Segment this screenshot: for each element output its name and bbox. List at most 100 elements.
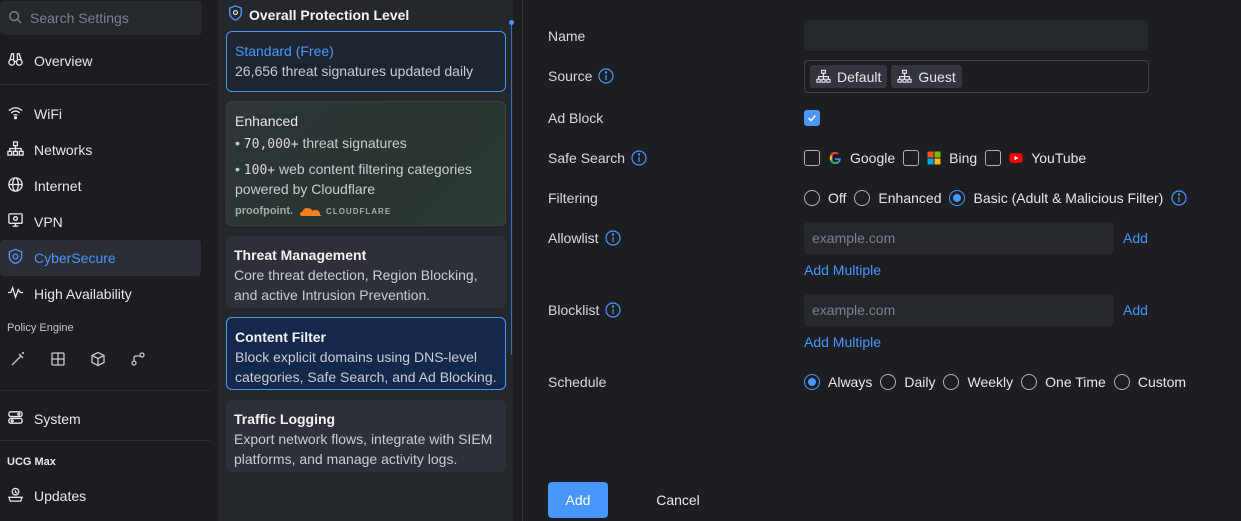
add-button[interactable]: Add <box>548 482 608 518</box>
info-icon[interactable] <box>605 302 621 318</box>
cancel-button[interactable]: Cancel <box>645 482 711 518</box>
blocklist-add-link[interactable]: Add <box>1123 302 1148 318</box>
adblock-checkbox[interactable] <box>804 110 820 126</box>
info-icon[interactable] <box>598 68 614 84</box>
sidebar-item-label: VPN <box>34 214 63 230</box>
adblock-label: Ad Block <box>548 110 603 126</box>
allowlist-add-link[interactable]: Add <box>1123 230 1148 246</box>
plan-card-enhanced[interactable]: Enhanced • 70,000+ threat signatures • 1… <box>226 101 506 226</box>
sidebar-item-wifi[interactable]: WiFi <box>0 96 201 132</box>
radio-button[interactable] <box>943 374 960 390</box>
binoculars-icon <box>7 51 24 71</box>
sidebar-item-label: System <box>34 411 81 427</box>
info-icon[interactable] <box>631 150 647 166</box>
filtering-basic[interactable]: Basic (Adult & Malicious Filter) <box>949 190 1187 206</box>
card-title: Threat Management <box>234 247 367 263</box>
source-chip-guest[interactable]: Guest <box>891 65 962 88</box>
source-label: Source <box>548 68 614 84</box>
blocklist-input[interactable] <box>804 294 1114 326</box>
sidebar-item-vpn[interactable]: VPN <box>0 204 201 240</box>
search-settings[interactable] <box>0 1 202 35</box>
info-icon[interactable] <box>604 230 621 246</box>
youtube-checkbox[interactable] <box>985 150 1002 166</box>
google-checkbox[interactable] <box>804 150 820 166</box>
allowlist-input[interactable] <box>804 222 1114 254</box>
protection-header: Overall Protection Level <box>228 5 409 24</box>
filtering-enhanced[interactable]: Enhanced <box>854 190 941 206</box>
radio-button-selected[interactable] <box>949 190 966 206</box>
safesearch-google[interactable]: Google <box>804 150 895 166</box>
sidebar-item-high-availability[interactable]: High Availability <box>0 276 201 312</box>
schedule-custom[interactable]: Custom <box>1113 374 1186 390</box>
globe-icon <box>7 176 24 196</box>
option-label: Google <box>850 150 896 166</box>
partner-logos: proofpoint. CLOUDFLARE <box>235 205 497 217</box>
radio-button-selected[interactable] <box>804 374 820 390</box>
shield-badge-icon <box>228 5 243 24</box>
card-title: Traffic Logging <box>234 411 336 427</box>
cloudflare-cloud-icon <box>300 208 322 216</box>
radio-button[interactable] <box>804 190 820 206</box>
allowlist-label: Allowlist <box>548 230 621 246</box>
bing-checkbox[interactable] <box>903 150 920 166</box>
option-label: Weekly <box>967 374 1014 390</box>
search-input[interactable] <box>30 10 190 26</box>
schedule-one-time[interactable]: One Time <box>1021 374 1106 390</box>
info-icon[interactable] <box>1171 190 1187 206</box>
blocklist-add-multiple-link[interactable]: Add Multiple <box>804 334 881 350</box>
card-title: Content Filter <box>235 329 326 345</box>
radio-button[interactable] <box>880 374 897 390</box>
cube-icon[interactable] <box>90 351 106 370</box>
source-select[interactable]: Default Guest <box>804 60 1149 93</box>
allowlist-add-multiple-link[interactable]: Add Multiple <box>804 262 881 278</box>
radio-button[interactable] <box>1113 374 1130 390</box>
filtering-off[interactable]: Off <box>804 190 846 206</box>
feature-card-threat-management[interactable]: Threat Management Core threat detection,… <box>226 236 506 308</box>
source-chip-default[interactable]: Default <box>810 65 888 88</box>
sidebar-item-system[interactable]: System <box>0 401 201 437</box>
feature-card-content-filter[interactable]: Content Filter Block explicit domains us… <box>226 317 506 390</box>
sidebar-item-label: Overview <box>34 53 93 69</box>
plan-card-standard[interactable]: Standard (Free) 26,656 threat signatures… <box>226 31 506 92</box>
schedule-weekly[interactable]: Weekly <box>943 374 1013 390</box>
wifi-icon <box>7 104 24 124</box>
scroll-indicator-line <box>511 25 512 355</box>
option-label: Always <box>828 374 873 390</box>
safesearch-bing[interactable]: Bing <box>903 150 977 166</box>
option-label: Basic (Adult & Malicious Filter) <box>973 190 1164 206</box>
sidebar-item-updates[interactable]: Updates <box>0 478 201 514</box>
field-label: Ad Block <box>548 110 604 126</box>
option-label: Enhanced <box>878 190 942 206</box>
chip-label: Guest <box>918 68 956 85</box>
sidebar-item-cybersecure[interactable]: CyberSecure <box>0 240 201 276</box>
network-topology-icon <box>897 69 912 83</box>
grid-icon[interactable] <box>50 351 66 370</box>
feature-text: web content filtering categories <box>279 161 472 177</box>
youtube-icon <box>1009 151 1023 165</box>
safesearch-youtube[interactable]: YouTube <box>985 150 1086 166</box>
protection-panel: Overall Protection Level Standard (Free)… <box>218 0 513 521</box>
name-input[interactable] <box>804 20 1148 51</box>
sidebar-item-overview[interactable]: Overview <box>0 43 201 79</box>
feature-card-traffic-logging[interactable]: Traffic Logging Export network flows, in… <box>226 400 506 472</box>
field-label: Safe Search <box>548 150 626 166</box>
google-icon <box>828 151 842 165</box>
sidebar-item-label: WiFi <box>34 106 62 122</box>
sidebar-item-networks[interactable]: Networks <box>0 132 201 168</box>
option-label: Daily <box>904 374 936 390</box>
safesearch-options: Google Bing YouTube <box>804 150 1094 166</box>
schedule-always[interactable]: Always <box>804 374 872 390</box>
schedule-daily[interactable]: Daily <box>880 374 935 390</box>
network-topology-icon <box>816 69 831 83</box>
radio-button[interactable] <box>1021 374 1038 390</box>
route-icon[interactable] <box>130 351 146 370</box>
divider <box>0 440 210 441</box>
option-label: YouTube <box>1031 150 1087 166</box>
name-label: Name <box>548 28 585 44</box>
sidebar-item-internet[interactable]: Internet <box>0 168 201 204</box>
protection-title: Overall Protection Level <box>249 6 410 23</box>
schedule-label: Schedule <box>548 374 606 390</box>
radio-button[interactable] <box>854 190 871 206</box>
sidebar-item-label: CyberSecure <box>34 250 116 266</box>
magic-wand-icon[interactable] <box>10 351 26 370</box>
